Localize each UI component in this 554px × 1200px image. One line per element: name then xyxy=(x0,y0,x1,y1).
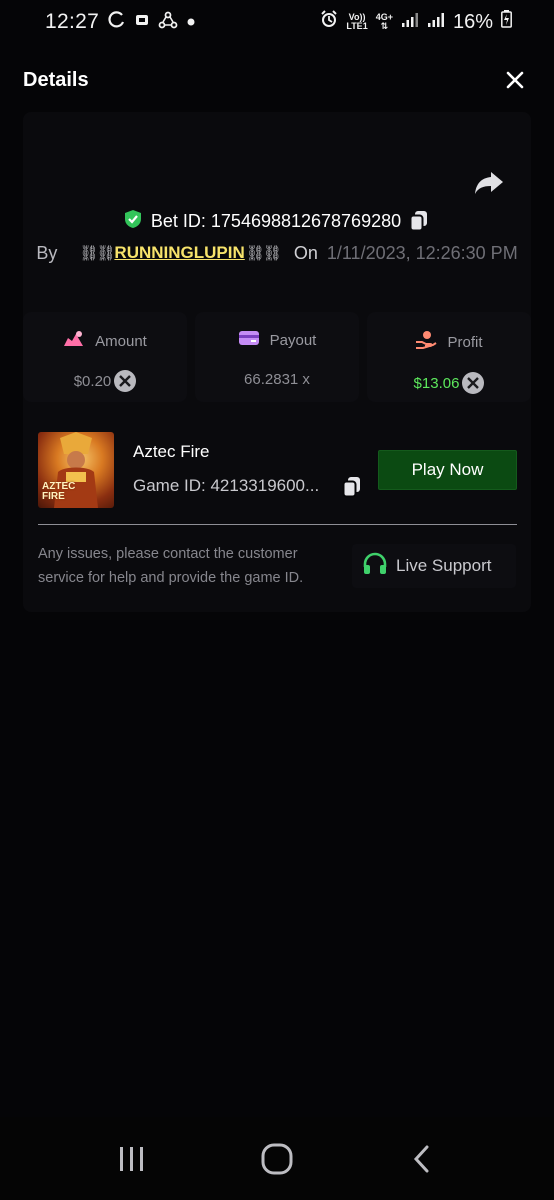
coin-icon xyxy=(114,370,137,392)
dot-icon xyxy=(187,13,195,31)
bet-date: 1/11/2023, 12:26:30 PM xyxy=(326,242,518,263)
home-button[interactable] xyxy=(247,1129,307,1189)
play-now-button[interactable]: Play Now xyxy=(378,450,517,490)
game-thumbnail[interactable]: AZTEC FIRE xyxy=(38,432,114,508)
game-row: AZTEC FIRE Aztec Fire Game ID: 421331960… xyxy=(38,432,517,508)
recent-apps-button[interactable] xyxy=(102,1129,162,1189)
profit-card: Profit $13.06 xyxy=(367,312,531,402)
share-notification-icon xyxy=(158,11,178,34)
data-arrows-icon: ⇅ xyxy=(380,21,389,31)
payout-header: Payout xyxy=(238,330,317,350)
close-icon xyxy=(506,71,524,89)
profit-header: Profit xyxy=(415,330,483,354)
chain-left-icon: ⛓⛓ xyxy=(79,245,115,262)
copy-bet-id-button[interactable] xyxy=(409,210,431,232)
game-thumb-title: AZTEC FIRE xyxy=(42,481,76,502)
share-button[interactable] xyxy=(472,168,506,198)
alarm-icon xyxy=(320,10,338,34)
status-left: 12:27 xyxy=(45,10,195,34)
game-id: Game ID: 4213319600... xyxy=(133,476,320,495)
close-button[interactable] xyxy=(502,67,528,93)
amount-header: Amount xyxy=(63,330,147,352)
coin-icon xyxy=(462,372,485,394)
chain-right-icon: ⛓⛓ xyxy=(245,245,282,262)
network-type: 4G+ ⇅ xyxy=(375,12,393,31)
share-arrow-icon xyxy=(475,172,503,194)
headset-icon xyxy=(362,552,388,581)
live-support-label: Live Support xyxy=(396,556,492,575)
stats-row: Amount $0.20 Payout 66.2831 x Profit $13… xyxy=(23,312,531,402)
bet-id-value: 1754698812678769280 xyxy=(210,210,402,231)
copy-icon xyxy=(342,477,360,498)
by-label: By xyxy=(36,242,58,263)
divider xyxy=(38,524,517,525)
payout-card-icon xyxy=(238,330,260,350)
app-notification-icon xyxy=(135,13,149,32)
payout-value-row: 66.2831 x xyxy=(244,368,310,390)
system-nav-bar xyxy=(0,1117,554,1200)
profit-value-row: $13.06 xyxy=(414,372,485,394)
payout-value: 66.2831 x xyxy=(244,370,310,388)
recent-apps-icon xyxy=(120,1146,144,1171)
bet-id-label: Bet ID: xyxy=(150,210,206,231)
copy-icon xyxy=(409,211,428,232)
live-support-button[interactable]: Live Support xyxy=(352,544,516,588)
username-link[interactable]: RUNNINGLUPIN xyxy=(114,243,244,263)
page-title: Details xyxy=(23,68,89,91)
signal-icon-2 xyxy=(427,11,445,34)
by-row: By ⛓⛓ RUNNINGLUPIN ⛓⛓ On 1/11/2023, 12:2… xyxy=(0,238,554,268)
payout-card: Payout 66.2831 x xyxy=(195,312,359,402)
status-right: Vo)) LTE1 4G+ ⇅ 16% xyxy=(320,10,512,34)
amount-icon xyxy=(63,330,85,352)
details-header: Details xyxy=(0,56,554,104)
clock: 12:27 xyxy=(45,10,100,33)
amount-value-row: $0.20 xyxy=(74,370,137,392)
volte-indicator: Vo)) LTE1 xyxy=(346,12,368,31)
copy-game-id-button[interactable] xyxy=(342,476,364,498)
help-text: Any issues, please contact the customer … xyxy=(38,546,304,586)
profit-value: $13.06 xyxy=(413,374,460,392)
on-label: On xyxy=(293,242,318,263)
profit-hand-icon xyxy=(415,330,438,354)
profit-label: Profit xyxy=(447,333,483,351)
verified-shield-icon xyxy=(123,209,143,234)
home-icon xyxy=(261,1143,293,1174)
amount-card: Amount $0.20 xyxy=(23,312,187,402)
amount-value: $0.20 xyxy=(73,372,112,390)
signal-icon xyxy=(401,11,419,34)
battery-charging-icon xyxy=(501,10,512,34)
back-button[interactable] xyxy=(392,1129,452,1189)
battery-percent: 16% xyxy=(452,10,493,33)
bet-id-row: Bet ID: 1754698812678769280 xyxy=(0,206,554,236)
amount-label: Amount xyxy=(95,332,147,350)
back-chevron-icon xyxy=(413,1145,429,1172)
sync-icon xyxy=(108,10,126,34)
status-bar: 12:27 Vo)) LTE1 4G+ ⇅ 16% xyxy=(0,0,554,44)
game-name: Aztec Fire xyxy=(133,442,210,461)
payout-label: Payout xyxy=(269,331,317,349)
